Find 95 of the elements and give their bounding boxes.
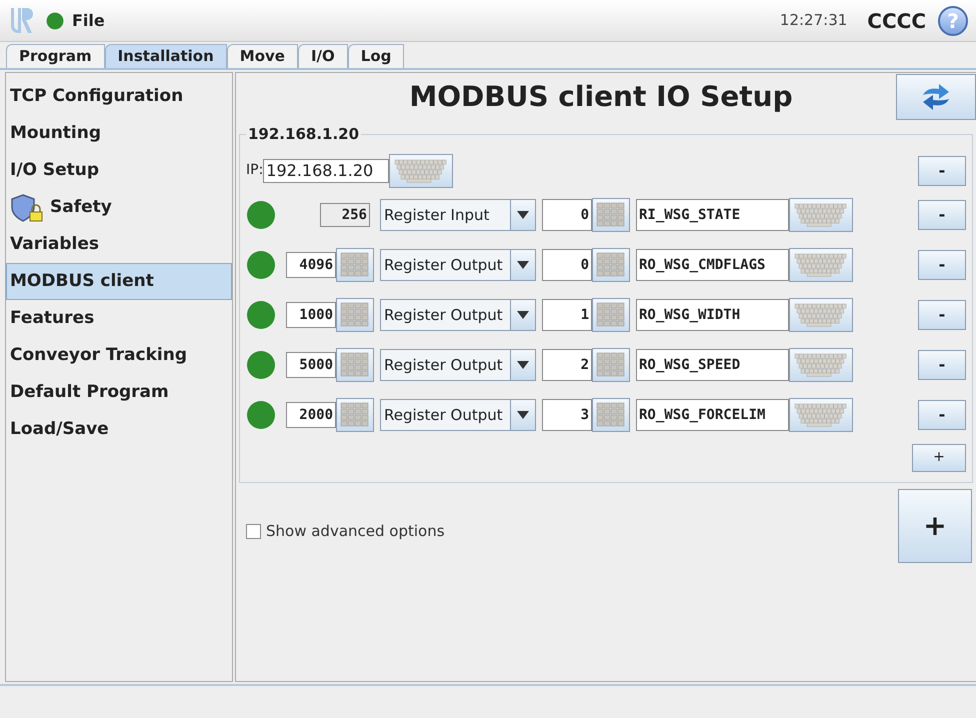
sidebar-item[interactable]: Conveyor Tracking: [6, 337, 232, 374]
signal-type-dropdown[interactable]: Register Output: [380, 348, 536, 380]
keyboard-icon: [793, 402, 849, 426]
tab[interactable]: Program: [6, 44, 105, 68]
signal-type-dropdown[interactable]: Register Output: [380, 248, 536, 280]
keypad-icon: [596, 352, 626, 378]
keypad-icon: [596, 252, 626, 278]
keyboard-icon: [793, 252, 849, 276]
register-field[interactable]: 3: [542, 398, 592, 430]
keypad-button[interactable]: [336, 298, 374, 332]
keypad-icon: [340, 402, 370, 428]
sidebar-item[interactable]: I/O Setup: [6, 152, 232, 189]
status-led-icon: [246, 300, 276, 330]
tab[interactable]: Move: [226, 44, 298, 68]
register-field[interactable]: 0: [542, 198, 592, 230]
keypad-button[interactable]: [336, 248, 374, 282]
tab[interactable]: I/O: [298, 44, 348, 68]
sidebar-item[interactable]: Safety: [6, 189, 232, 226]
status-led-icon: [246, 400, 276, 430]
sidebar-item[interactable]: MODBUS client: [6, 263, 232, 300]
register-field[interactable]: 0: [542, 248, 592, 280]
refresh-button[interactable]: [896, 74, 976, 120]
status-led-icon: [46, 12, 64, 30]
tab[interactable]: Log: [348, 44, 404, 68]
keyboard-button[interactable]: [789, 298, 853, 332]
keyboard-button[interactable]: [789, 398, 853, 432]
keyboard-button[interactable]: [789, 198, 853, 232]
sidebar-item[interactable]: TCP Configuration: [6, 78, 232, 115]
sidebar-item[interactable]: Default Program: [6, 374, 232, 411]
remove-signal-button[interactable]: -: [918, 250, 966, 280]
ip-label: IP:: [246, 161, 264, 180]
keypad-icon: [596, 302, 626, 328]
keyboard-button[interactable]: [789, 248, 853, 282]
keypad-icon: [340, 352, 370, 378]
keyboard-button[interactable]: [389, 154, 454, 188]
clock: 12:27:31: [780, 10, 848, 32]
address-field[interactable]: 4096: [286, 252, 336, 278]
add-signal-button[interactable]: +: [912, 444, 966, 472]
caret-icon: [517, 360, 529, 368]
file-menu[interactable]: File: [72, 8, 105, 32]
remove-signal-button[interactable]: -: [918, 350, 966, 380]
advanced-options-label: Show advanced options: [266, 521, 445, 542]
unit-address-legend: 192.168.1.20: [246, 123, 362, 146]
status-led-icon: [246, 350, 276, 380]
robot-name: CCCC: [867, 8, 926, 34]
remove-signal-button[interactable]: -: [918, 300, 966, 330]
keypad-button[interactable]: [592, 248, 630, 282]
ip-field[interactable]: 192.168.1.20: [263, 158, 390, 182]
signal-name-field[interactable]: RO_WSG_WIDTH: [636, 298, 789, 330]
logo-icon: [8, 6, 34, 36]
keypad-button[interactable]: [592, 198, 630, 232]
keyboard-button[interactable]: [789, 348, 853, 382]
signal-name-field[interactable]: RO_WSG_FORCELIM: [636, 398, 789, 430]
register-field[interactable]: 2: [542, 348, 592, 380]
signal-type-dropdown[interactable]: Register Output: [380, 298, 536, 330]
signal-name-field[interactable]: RO_WSG_CMDFLAGS: [636, 248, 789, 280]
sidebar-item[interactable]: Load/Save: [6, 411, 232, 448]
signal-type-dropdown[interactable]: Register Input: [380, 198, 536, 230]
keyboard-icon: [393, 158, 450, 182]
keyboard-icon: [793, 202, 849, 226]
keypad-button[interactable]: [592, 398, 630, 432]
keypad-icon: [340, 252, 370, 278]
keypad-button[interactable]: [336, 348, 374, 382]
signal-name-field[interactable]: RI_WSG_STATE: [636, 198, 789, 230]
address-field: 256: [320, 202, 370, 226]
remove-signal-button[interactable]: -: [918, 200, 966, 230]
caret-icon: [517, 260, 529, 268]
sidebar-item[interactable]: Variables: [6, 226, 232, 263]
address-field[interactable]: 2000: [286, 402, 336, 428]
sidebar-item[interactable]: Features: [6, 300, 232, 337]
keypad-icon: [340, 302, 370, 328]
sidebar-item[interactable]: Mounting: [6, 115, 232, 152]
caret-icon: [517, 210, 529, 218]
remove-unit-button[interactable]: -: [918, 156, 966, 186]
add-unit-button[interactable]: +: [898, 489, 972, 563]
address-field[interactable]: 1000: [286, 302, 336, 328]
keyboard-icon: [793, 302, 849, 326]
keypad-button[interactable]: [592, 298, 630, 332]
keypad-icon: [596, 402, 626, 428]
register-field[interactable]: 1: [542, 298, 592, 330]
signal-name-field[interactable]: RO_WSG_SPEED: [636, 348, 789, 380]
keyboard-icon: [793, 352, 849, 376]
keypad-button[interactable]: [336, 398, 374, 432]
tab[interactable]: Installation: [104, 44, 227, 68]
address-field[interactable]: 5000: [286, 352, 336, 378]
keypad-icon: [596, 202, 626, 228]
status-led-icon: [246, 200, 276, 230]
caret-icon: [517, 410, 529, 418]
advanced-checkbox[interactable]: [246, 524, 261, 539]
caret-icon: [517, 310, 529, 318]
keypad-button[interactable]: [592, 348, 630, 382]
remove-signal-button[interactable]: -: [918, 400, 966, 430]
page-title: MODBUS client IO Setup: [408, 79, 794, 115]
status-led-icon: [246, 250, 276, 280]
signal-type-dropdown[interactable]: Register Output: [380, 398, 536, 430]
